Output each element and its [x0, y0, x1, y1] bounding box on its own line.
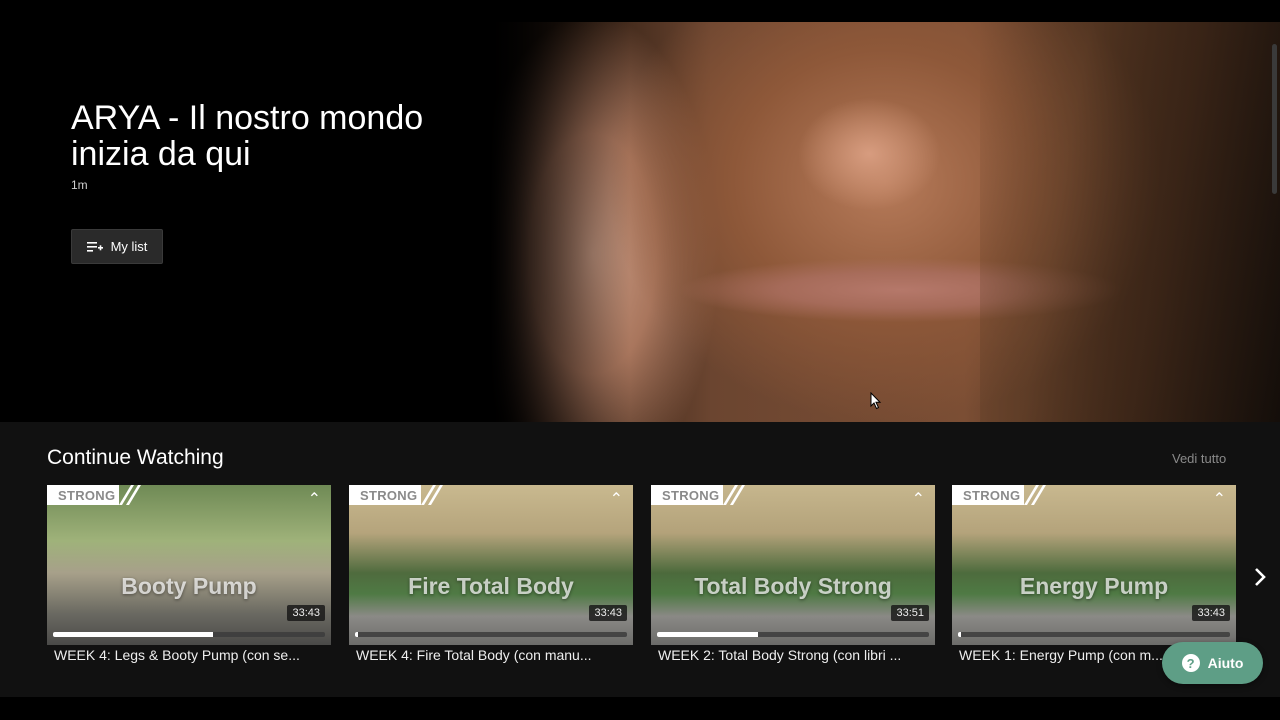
- category-tag-label: STRONG: [58, 488, 116, 503]
- thumbnail-title: Fire Total Body: [408, 573, 574, 599]
- my-list-label: My list: [110, 239, 148, 254]
- hero-duration: 1m: [71, 178, 88, 192]
- tag-stripes-decoration: [1024, 485, 1046, 505]
- progress-bar: [355, 632, 627, 637]
- progress-fill: [657, 632, 758, 637]
- progress-fill: [53, 632, 214, 637]
- video-card[interactable]: STRONG ⌃ Booty Pump 33:43 WEEK 4: Legs &…: [47, 485, 331, 663]
- caret-up-icon: ⌃: [1212, 491, 1226, 508]
- mouse-cursor-icon: [870, 392, 882, 410]
- hero-banner: ARYA - Il nostro mondo inizia da qui 1m …: [0, 22, 1280, 422]
- see-all-link[interactable]: Vedi tutto: [1172, 451, 1226, 466]
- video-thumbnail[interactable]: STRONG ⌃ Energy Pump 33:43: [952, 485, 1236, 645]
- category-tag: STRONG: [349, 485, 449, 505]
- progress-bar: [53, 632, 325, 637]
- tag-stripes-decoration: [421, 485, 443, 505]
- tag-stripes-decoration: [723, 485, 745, 505]
- thumbnail-title: Booty Pump: [121, 573, 257, 599]
- progress-fill: [958, 632, 961, 637]
- category-tag: STRONG: [651, 485, 751, 505]
- caret-up-icon: ⌃: [911, 491, 925, 508]
- app-window: ARYA - Il nostro mondo inizia da qui 1m …: [0, 22, 1280, 697]
- duration-badge: 33:43: [287, 605, 325, 621]
- caret-up-icon: ⌃: [307, 491, 321, 508]
- progress-bar: [657, 632, 929, 637]
- hero-title: ARYA - Il nostro mondo inizia da qui: [71, 99, 424, 173]
- duration-badge: 33:43: [589, 605, 627, 621]
- video-caption[interactable]: WEEK 2: Total Body Strong (con libri ...: [651, 647, 928, 663]
- video-caption[interactable]: WEEK 4: Legs & Booty Pump (con se...: [47, 647, 324, 663]
- video-card[interactable]: STRONG ⌃ Fire Total Body 33:43 WEEK 4: F…: [349, 485, 633, 663]
- category-tag: STRONG: [47, 485, 147, 505]
- category-tag-label: STRONG: [963, 488, 1021, 503]
- duration-badge: 33:43: [1192, 605, 1230, 621]
- chevron-right-icon: [1255, 568, 1266, 586]
- section-title: Continue Watching: [47, 446, 224, 469]
- video-thumbnail[interactable]: STRONG ⌃ Fire Total Body 33:43: [349, 485, 633, 645]
- hero-image-fade: [490, 22, 630, 422]
- video-card[interactable]: STRONG ⌃ Total Body Strong 33:51 WEEK 2:…: [651, 485, 935, 663]
- thumbnail-title: Total Body Strong: [694, 573, 892, 599]
- caret-up-icon: ⌃: [609, 491, 623, 508]
- thumbnail-title: Energy Pump: [1019, 573, 1169, 599]
- category-tag: STRONG: [952, 485, 1052, 505]
- help-question-icon: ?: [1181, 654, 1200, 672]
- carousel-next-button[interactable]: [1245, 552, 1275, 602]
- video-thumbnail[interactable]: STRONG ⌃ Booty Pump 33:43: [47, 485, 331, 645]
- video-caption[interactable]: WEEK 4: Fire Total Body (con manu...: [349, 647, 626, 663]
- duration-badge: 33:51: [891, 605, 929, 621]
- hero-image-hair-shade: [980, 22, 1280, 422]
- progress-fill: [355, 632, 358, 637]
- help-button[interactable]: ? Aiuto: [1162, 642, 1263, 684]
- playlist-add-icon: [86, 241, 103, 252]
- help-label: Aiuto: [1207, 655, 1244, 671]
- continue-watching-section: Continue Watching Vedi tutto STRONG ⌃ Bo…: [0, 422, 1280, 697]
- category-tag-label: STRONG: [360, 488, 418, 503]
- tag-stripes-decoration: [119, 485, 141, 505]
- my-list-button[interactable]: My list: [71, 229, 163, 264]
- category-tag-label: STRONG: [662, 488, 720, 503]
- vertical-scrollbar[interactable]: [1272, 44, 1277, 194]
- progress-bar: [958, 632, 1230, 637]
- video-card[interactable]: STRONG ⌃ Energy Pump 33:43 WEEK 1: Energ…: [952, 485, 1236, 663]
- video-thumbnail[interactable]: STRONG ⌃ Total Body Strong 33:51: [651, 485, 935, 645]
